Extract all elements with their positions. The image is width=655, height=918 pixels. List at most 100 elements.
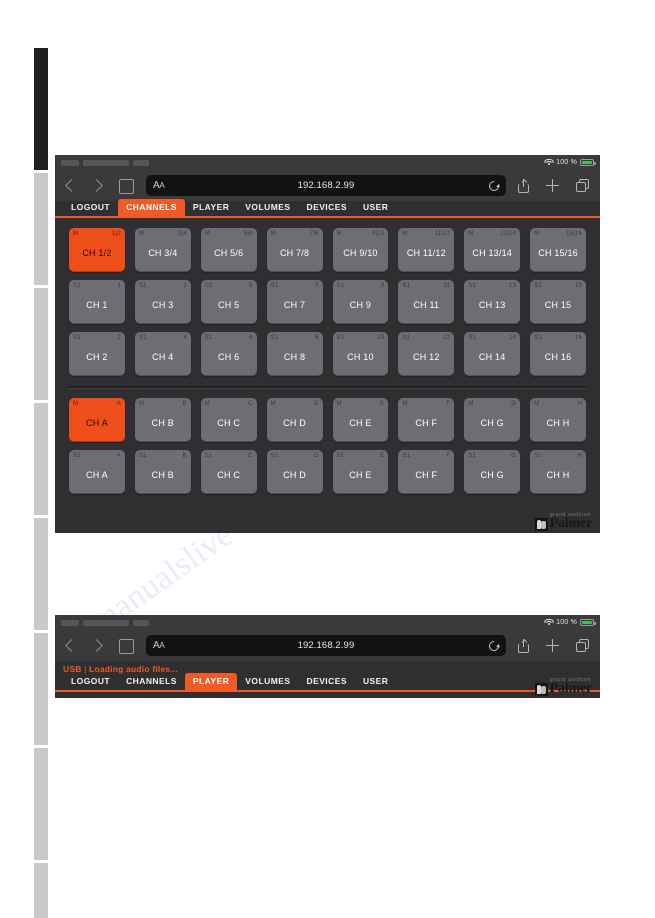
new-tab-button[interactable] <box>546 639 559 652</box>
nav-tab-player[interactable]: PLAYER <box>185 199 237 216</box>
bookmarks-button[interactable] <box>119 179 134 194</box>
channel-number-label: 15 <box>574 283 582 289</box>
url-bar[interactable]: AA 192.168.2.99 <box>146 175 506 196</box>
back-button[interactable] <box>65 639 78 652</box>
share-button[interactable] <box>518 638 529 653</box>
tab-grey-4[interactable] <box>34 518 48 630</box>
tab-grey-1[interactable] <box>34 173 48 285</box>
tab-grey-3[interactable] <box>34 403 48 515</box>
channel-button-ch-3[interactable]: S1 3 CH 3 <box>134 280 191 324</box>
nav-tab-devices[interactable]: DEVICES <box>298 199 354 216</box>
battery-icon <box>580 619 596 626</box>
tabs-overview-button[interactable] <box>576 179 589 192</box>
tab-grey-7[interactable] <box>34 863 48 918</box>
channel-button-ch-3-4[interactable]: M 3|4 CH 3/4 <box>134 228 191 272</box>
channel-button-ch-b[interactable]: M B CH B <box>134 398 191 442</box>
channel-button-ch-9[interactable]: S1 9 CH 9 <box>332 280 389 324</box>
channel-button-ch-16[interactable]: S1 16 CH 16 <box>530 332 586 376</box>
channel-button-ch-9-10[interactable]: M 9|10 CH 9/10 <box>332 228 389 272</box>
nav-tab-logout[interactable]: LOGOUT <box>63 673 118 690</box>
chevron-left-icon <box>65 179 78 192</box>
browser-window-channels: 100 % AA 192.168.2.99 LOGOUT CHANNELS PL… <box>55 155 600 533</box>
channel-button-ch-g[interactable]: S1 G CH G <box>464 450 521 494</box>
nav-tab-volumes[interactable]: VOLUMES <box>237 199 298 216</box>
app-navbar: LOGOUT CHANNELS PLAYER VOLUMES DEVICES USER <box>55 199 600 218</box>
channel-button-ch-7[interactable]: S1 7 CH 7 <box>266 280 323 324</box>
bookmarks-button[interactable] <box>119 639 134 654</box>
share-icon <box>518 178 529 193</box>
nav-tab-channels[interactable]: CHANNELS <box>118 199 185 216</box>
tabs-overview-button[interactable] <box>576 639 589 652</box>
channel-button-ch-8[interactable]: S1 8 CH 8 <box>266 332 323 376</box>
channel-button-ch-14[interactable]: S1 14 CH 14 <box>464 332 521 376</box>
channel-number-label: F <box>446 453 451 459</box>
channel-button-ch-c[interactable]: M C CH C <box>200 398 257 442</box>
forward-button[interactable] <box>90 639 103 652</box>
logo-wordmark: Palmer <box>549 516 593 531</box>
tab-dark[interactable] <box>34 48 48 170</box>
channel-mode-label: S1 <box>336 335 345 341</box>
app-navbar: LOGOUT CHANNELS PLAYER VOLUMES DEVICES USER <box>55 673 600 692</box>
channel-button-ch-a[interactable]: M A CH A <box>69 398 125 442</box>
channel-button-ch-2[interactable]: S1 2 CH 2 <box>69 332 125 376</box>
channel-button-ch-g[interactable]: M G CH G <box>464 398 521 442</box>
channel-button-ch-10[interactable]: S1 10 CH 10 <box>332 332 389 376</box>
channel-number-label: 14 <box>509 335 517 341</box>
back-button[interactable] <box>65 179 78 192</box>
nav-tab-user[interactable]: USER <box>355 673 396 690</box>
channel-name-label: CH B <box>151 469 174 480</box>
forward-button[interactable] <box>90 179 103 192</box>
nav-tab-user[interactable]: USER <box>355 199 396 216</box>
page-root: manualslive.com manualslive 100 % AA <box>0 0 655 918</box>
channel-button-ch-b[interactable]: S1 B CH B <box>134 450 191 494</box>
browser-toolbar: AA 192.168.2.99 <box>55 630 600 661</box>
channel-button-ch-13[interactable]: S1 13 CH 13 <box>464 280 521 324</box>
channel-number-label: 1|2 <box>112 231 121 237</box>
channel-name-label: CH 8 <box>283 351 306 362</box>
book-icon <box>119 179 134 194</box>
channel-mode-label: S1 <box>534 335 542 341</box>
channel-button-ch-11[interactable]: S1 11 CH 11 <box>398 280 455 324</box>
new-tab-button[interactable] <box>546 179 559 192</box>
nav-tab-logout[interactable]: LOGOUT <box>63 199 118 216</box>
channel-button-ch-1[interactable]: S1 1 CH 1 <box>69 280 125 324</box>
channel-button-ch-6[interactable]: S1 6 CH 6 <box>200 332 257 376</box>
channel-button-ch-a[interactable]: S1 A CH A <box>69 450 125 494</box>
channel-number-label: D <box>313 401 319 407</box>
channel-button-ch-e[interactable]: M E CH E <box>332 398 389 442</box>
channel-button-ch-d[interactable]: S1 D CH D <box>266 450 323 494</box>
nav-tab-player[interactable]: PLAYER <box>184 673 238 690</box>
channel-button-ch-e[interactable]: S1 E CH E <box>332 450 389 494</box>
url-bar[interactable]: AA 192.168.2.99 <box>146 635 506 656</box>
channel-button-ch-1-2[interactable]: M 1|2 CH 1/2 <box>69 228 125 272</box>
share-button[interactable] <box>518 178 529 193</box>
channel-button-ch-11-12[interactable]: M 11|12 CH 11/12 <box>398 228 455 272</box>
channel-button-ch-15[interactable]: S1 15 CH 15 <box>530 280 586 324</box>
channel-button-ch-5[interactable]: S1 5 CH 5 <box>200 280 257 324</box>
nav-tab-volumes[interactable]: VOLUMES <box>237 673 298 690</box>
channel-button-ch-f[interactable]: M F CH F <box>398 398 455 442</box>
channel-button-ch-4[interactable]: S1 4 CH 4 <box>134 332 191 376</box>
channel-button-ch-d[interactable]: M D CH D <box>266 398 323 442</box>
channel-button-ch-h[interactable]: M H CH H <box>530 398 586 442</box>
status-bar-left <box>61 159 149 166</box>
channel-mode-label: M <box>336 231 342 237</box>
channel-button-ch-h[interactable]: S1 H CH H <box>530 450 586 494</box>
channel-button-ch-7-8[interactable]: M 7|8 CH 7/8 <box>266 228 323 272</box>
channel-button-ch-5-6[interactable]: M 5|6 CH 5/6 <box>200 228 257 272</box>
channel-button-ch-f[interactable]: S1 F CH F <box>398 450 455 494</box>
nav-tab-devices[interactable]: DEVICES <box>298 673 354 690</box>
tab-grey-5[interactable] <box>34 633 48 745</box>
nav-tab-channels[interactable]: CHANNELS <box>118 673 185 690</box>
channel-name-label: CH D <box>283 469 306 480</box>
status-time-blob <box>61 159 79 166</box>
channel-button-ch-c[interactable]: S1 C CH C <box>200 450 257 494</box>
battery-percent-label: 100 % <box>556 159 577 166</box>
channel-button-ch-13-14[interactable]: M 13|14 CH 13/14 <box>464 228 521 272</box>
channel-name-label: CH 15/16 <box>538 247 578 258</box>
tab-grey-6[interactable] <box>34 748 48 860</box>
channel-button-ch-12[interactable]: S1 12 CH 12 <box>398 332 455 376</box>
tab-grey-2[interactable] <box>34 288 48 400</box>
channel-number-label: 10 <box>377 335 385 341</box>
channel-button-ch-15-16[interactable]: M 15|16 CH 15/16 <box>530 228 586 272</box>
